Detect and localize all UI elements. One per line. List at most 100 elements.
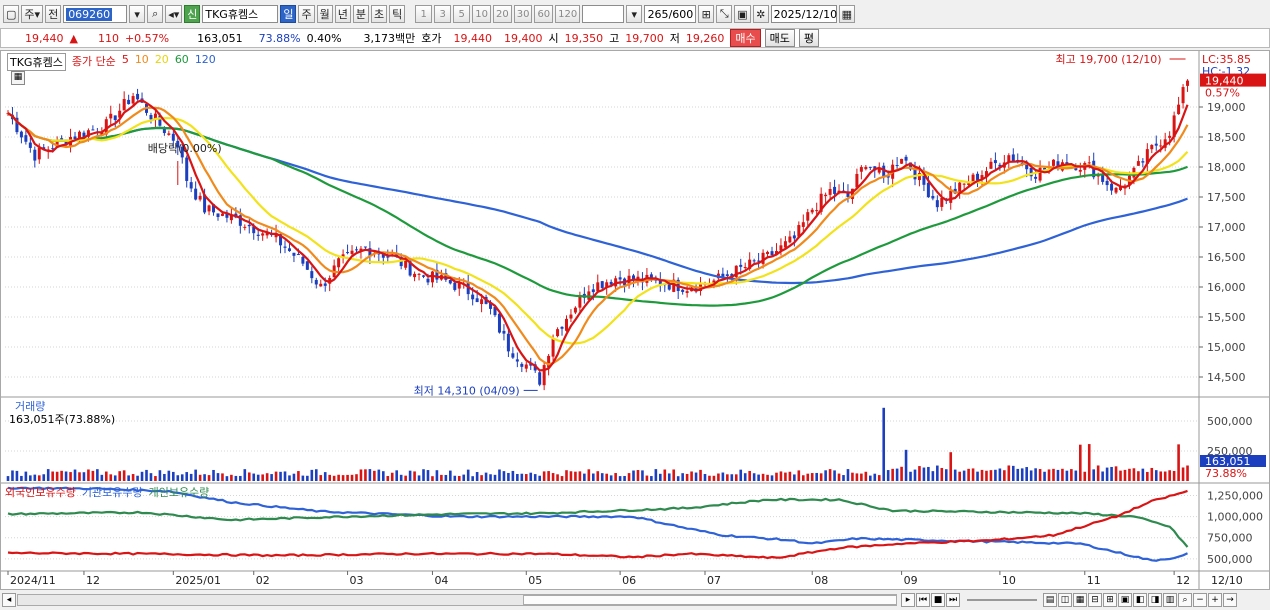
minus-icon[interactable]: −	[1193, 593, 1207, 607]
zoom-icon[interactable]: ⌕	[1178, 593, 1192, 607]
period-minute[interactable]: 분	[352, 5, 369, 23]
volume-bar	[118, 471, 121, 481]
view-icon-2[interactable]: ◫	[1058, 593, 1072, 607]
candle-body	[511, 353, 515, 358]
period-month[interactable]: 월	[316, 5, 333, 23]
volume-bar	[78, 472, 81, 481]
interval-120[interactable]: 120	[555, 5, 581, 23]
period-day[interactable]: 일	[280, 5, 297, 23]
period-week[interactable]: 주	[298, 5, 315, 23]
gear-icon[interactable]: ✲	[752, 5, 769, 23]
volume-bar	[583, 473, 586, 481]
volume-value-label: 163,051주(73.88%)	[9, 413, 116, 426]
count-field[interactable]: 265/600	[644, 5, 697, 23]
view-icon-6[interactable]: ▣	[1118, 593, 1132, 607]
volume-bar	[167, 470, 171, 481]
view-icon-5[interactable]: ⊞	[1103, 593, 1117, 607]
volume-bar	[676, 476, 680, 481]
chart-area[interactable]: 19,000 18,500 18,000 17,500 17,000 16,500 16,0…	[0, 50, 1270, 590]
interval-5[interactable]: 5	[453, 5, 471, 23]
interval-custom-input[interactable]	[582, 5, 625, 23]
last-icon[interactable]: ⏭	[946, 593, 960, 607]
scroll-left-icon[interactable]: ◂	[2, 593, 16, 607]
expand-icon[interactable]: ⤡	[716, 5, 733, 23]
interval-60[interactable]: 60	[534, 5, 554, 23]
volume-bar	[341, 475, 345, 481]
scrollbar[interactable]	[17, 594, 897, 606]
avg-button[interactable]: 평	[798, 29, 820, 47]
volume-bar	[1056, 469, 1060, 481]
date-value: 2025/12/10	[773, 7, 838, 21]
candle-body	[457, 283, 461, 289]
date-input[interactable]: 2025/12/10	[770, 5, 838, 23]
period-tick[interactable]: 틱	[389, 5, 406, 23]
volume-bar	[82, 472, 86, 481]
sell-button[interactable]: 매도	[764, 29, 795, 47]
speaker-icon[interactable]: ◂▾	[165, 5, 183, 23]
candle-body	[828, 188, 832, 195]
view-icon-7[interactable]: ◧	[1133, 593, 1147, 607]
high-label: 고	[609, 32, 620, 45]
table-icon[interactable]: ▦	[11, 71, 25, 85]
zoom-slider[interactable]	[967, 599, 1037, 601]
interval-dropdown[interactable]: ▾	[626, 5, 643, 23]
volume-bar	[194, 469, 197, 481]
volume-bar	[359, 469, 363, 481]
chart-settings-icon[interactable]: ⊞	[698, 5, 715, 23]
first-icon[interactable]: ⏮	[916, 593, 930, 607]
interval-3[interactable]: 3	[434, 5, 452, 23]
interval-10[interactable]: 10	[472, 5, 491, 23]
save-icon[interactable]: ▣	[734, 5, 751, 23]
volume-bar	[279, 471, 282, 481]
volume-bar	[480, 475, 483, 481]
window-icon[interactable]: ▢	[3, 5, 20, 23]
buy-button[interactable]: 매수	[730, 29, 761, 47]
candle-body	[1177, 104, 1181, 115]
stock-legend-name[interactable]: TKG휴켐스	[7, 53, 66, 71]
price-tick-label: 18,000	[1207, 161, 1246, 174]
candle-body	[189, 182, 193, 189]
volume-bar	[265, 473, 269, 481]
stop-icon[interactable]: ■	[931, 593, 945, 607]
candle-body	[305, 261, 309, 270]
price-legend: TKG휴켐스 종가 단순 5 10 20 60 120	[7, 53, 216, 71]
search-icon[interactable]: ⌕	[147, 5, 164, 23]
view-icon-1[interactable]: ▤	[1043, 593, 1057, 607]
volume-bar	[1181, 467, 1185, 481]
period-second[interactable]: 초	[370, 5, 388, 23]
interval-20[interactable]: 20	[492, 5, 512, 23]
period-type-select[interactable]: 주 ▾	[21, 5, 44, 23]
volume-bar	[243, 469, 247, 481]
volume-bar	[810, 473, 814, 481]
volume-bar	[556, 474, 559, 481]
volume-bar	[399, 474, 403, 481]
period-year[interactable]: 년	[334, 5, 351, 23]
scroll-thumb[interactable]	[523, 595, 897, 605]
plus-icon[interactable]: +	[1208, 593, 1222, 607]
market-select[interactable]: 전	[45, 5, 62, 23]
view-icon-9[interactable]: ▥	[1163, 593, 1177, 607]
stock-code-input[interactable]: 069260	[63, 5, 128, 23]
arrow-right-icon[interactable]: →	[1223, 593, 1237, 607]
candle-body	[28, 142, 32, 148]
bid-price: 19,400	[504, 31, 543, 45]
view-icon-4[interactable]: ⊟	[1088, 593, 1102, 607]
calendar-icon[interactable]: ▦	[838, 5, 856, 23]
chart-canvas[interactable]: 19,000 18,500 18,000 17,500 17,000 16,500 16,0…	[1, 51, 1269, 589]
volume-bar	[332, 475, 336, 481]
volume-bar	[877, 475, 881, 481]
interval-30[interactable]: 30	[513, 5, 533, 23]
code-dropdown-button[interactable]: ▾	[129, 5, 146, 23]
volume-bar	[203, 474, 206, 481]
candle-body	[354, 249, 358, 251]
candle-body	[725, 274, 729, 277]
view-icon-3[interactable]: ▦	[1073, 593, 1087, 607]
volume-bar	[900, 466, 903, 481]
count-total: /600	[668, 7, 694, 21]
interval-1[interactable]: 1	[415, 5, 433, 23]
candle-body	[1114, 187, 1118, 193]
scroll-right-icon[interactable]: ▸	[901, 593, 915, 607]
volume-bar	[189, 473, 193, 481]
view-icon-8[interactable]: ◨	[1148, 593, 1162, 607]
candle-body	[524, 364, 528, 369]
